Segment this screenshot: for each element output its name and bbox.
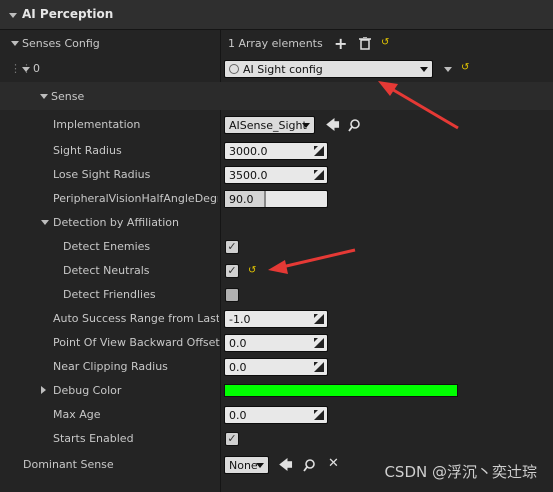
annotation-arrow-icon	[378, 81, 459, 130]
annotation-arrow-icon	[268, 248, 356, 274]
annotation-arrows	[268, 81, 459, 274]
watermark-text: CSDN @浮沉丶奕辻琮	[384, 463, 537, 481]
details-panel: AI Perception Senses Config 1 Array elem…	[0, 0, 553, 492]
